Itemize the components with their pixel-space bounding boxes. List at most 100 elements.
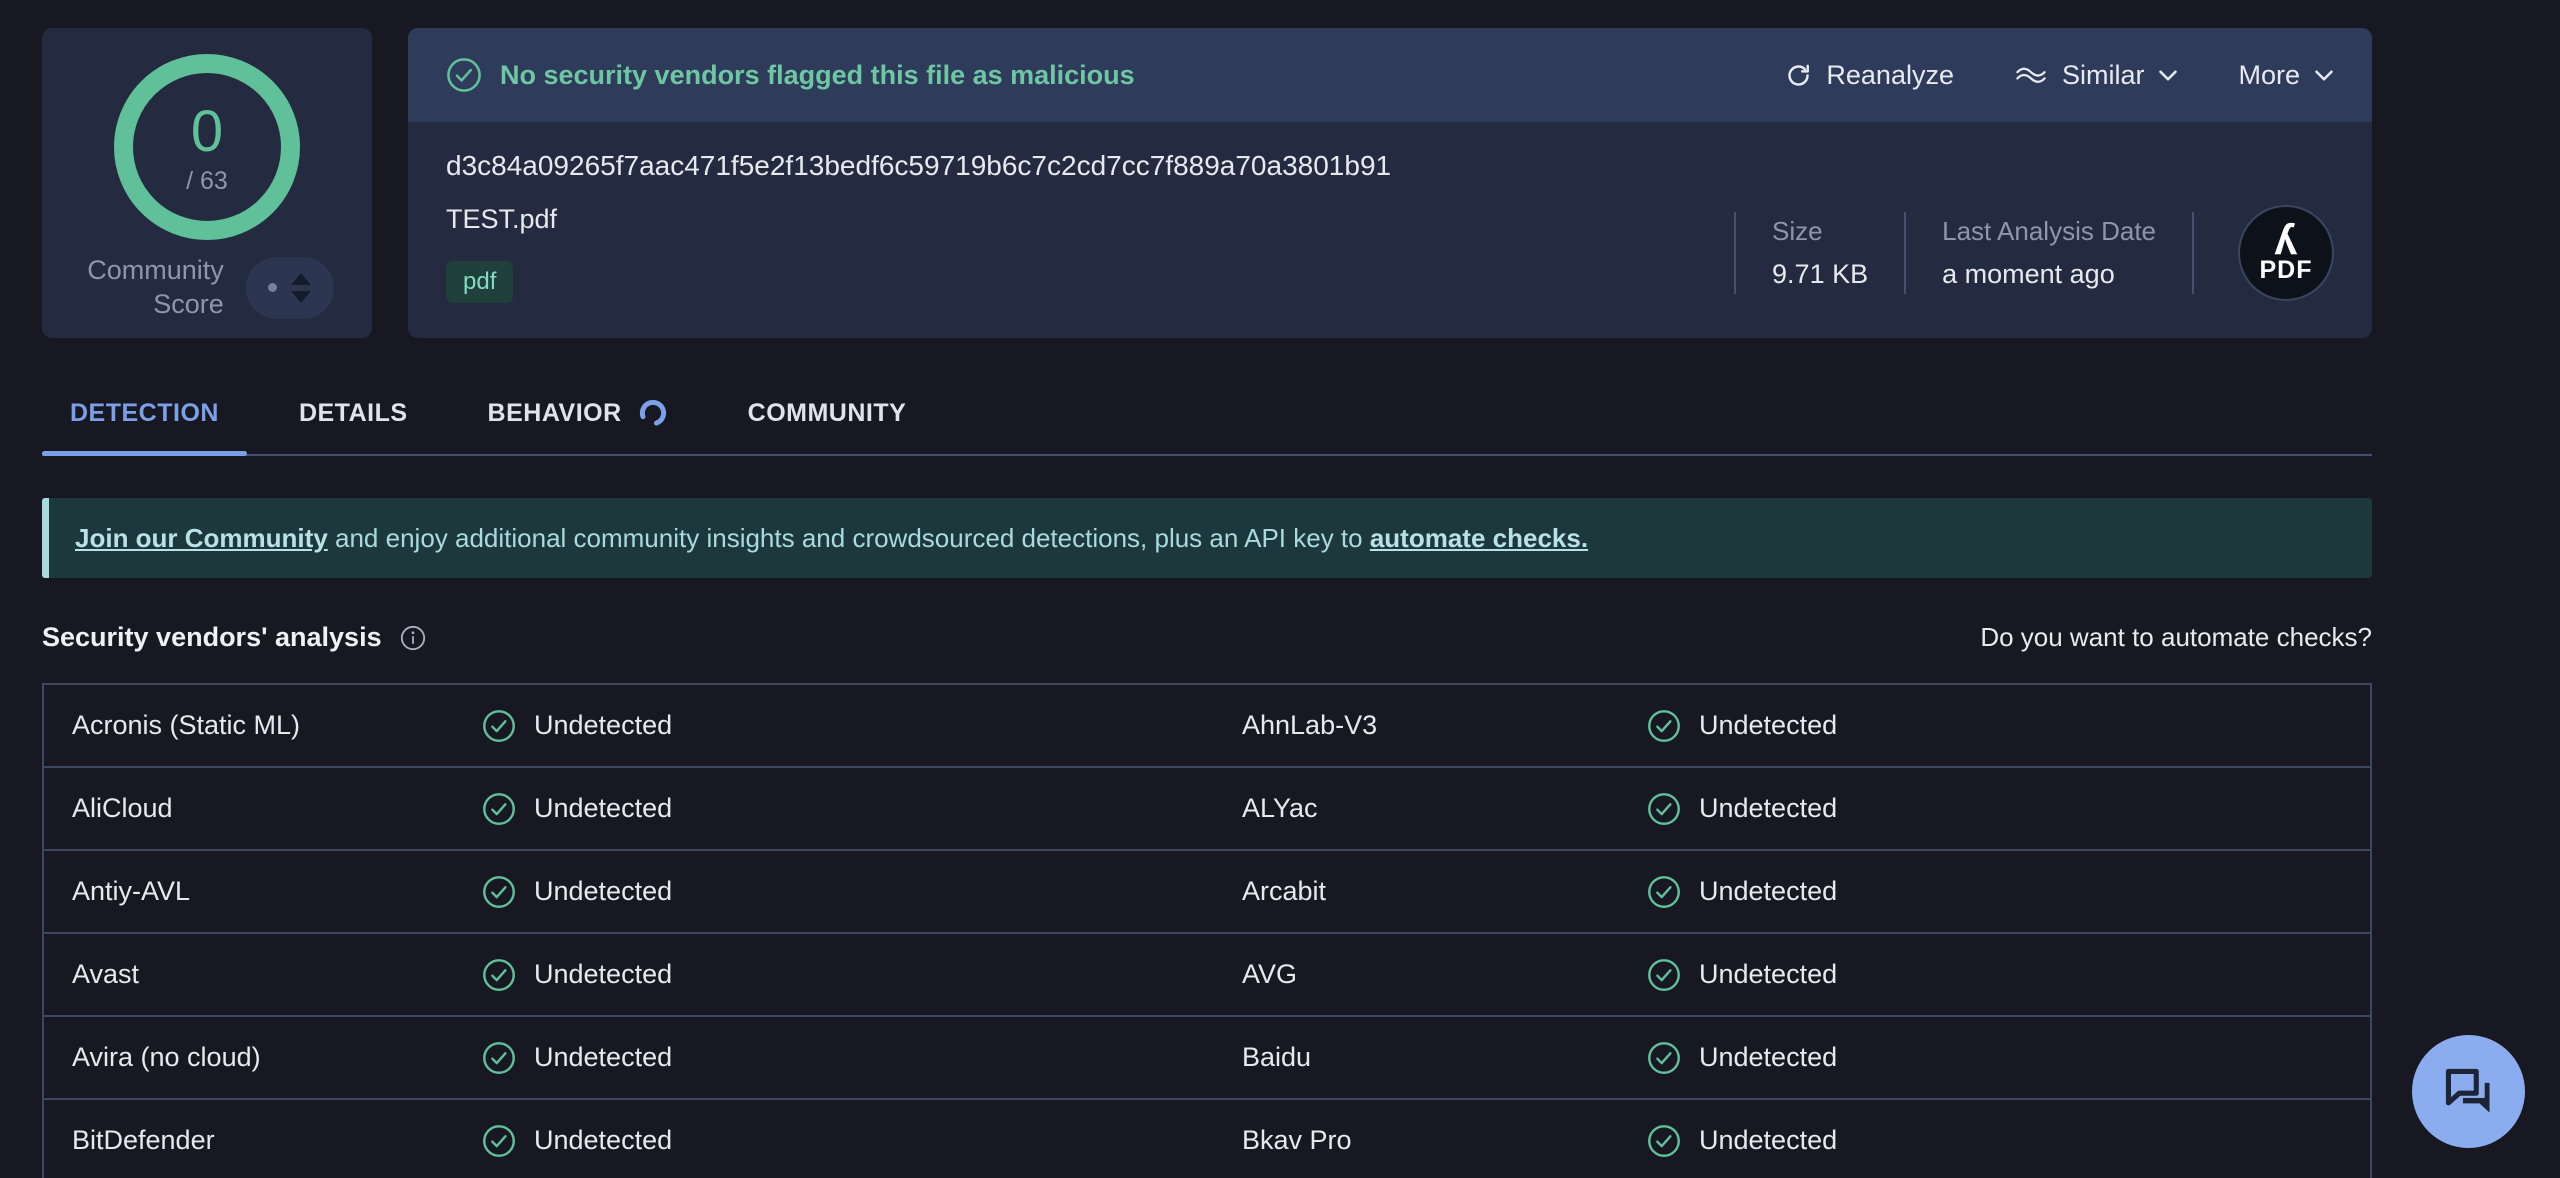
check-circle-icon: [1647, 1041, 1681, 1075]
community-vote-widget[interactable]: [246, 257, 334, 319]
vendor-table-row: Avira (no cloud) Undetected Baidu Undete…: [44, 1017, 2370, 1100]
vendor-name: Acronis (Static ML): [72, 710, 482, 741]
reanalyze-label: Reanalyze: [1826, 60, 1954, 91]
tab-community[interactable]: COMMUNITY: [720, 399, 935, 454]
tab-bar: DETECTION DETAILS BEHAVIOR COMMUNITY: [42, 398, 2372, 456]
vendor-status: Undetected: [482, 709, 1242, 743]
detection-score-value: 0: [191, 103, 223, 161]
automate-checks-link[interactable]: automate checks.: [1370, 523, 1588, 554]
vendor-status-label: Undetected: [1699, 959, 1837, 990]
check-circle-icon: [482, 709, 516, 743]
refresh-icon: [1785, 62, 1812, 89]
vendor-name: AhnLab-V3: [1242, 710, 1647, 741]
detection-score-total: / 63: [186, 167, 228, 196]
vote-dot-icon: [268, 283, 277, 292]
vendor-status-label: Undetected: [534, 959, 672, 990]
file-header-card: No security vendors flagged this file as…: [408, 28, 2372, 338]
file-type-tag[interactable]: pdf: [446, 261, 513, 303]
vendor-status-label: Undetected: [534, 1125, 672, 1156]
divider: [1734, 212, 1736, 294]
vendor-status-label: Undetected: [534, 710, 672, 741]
vote-down-icon[interactable]: [291, 291, 311, 303]
tab-behavior[interactable]: BEHAVIOR: [460, 398, 696, 454]
reanalyze-button[interactable]: Reanalyze: [1785, 60, 1954, 91]
vendor-table-row: Antiy-AVL Undetected Arcabit Undetected: [44, 851, 2370, 934]
vendor-table: Acronis (Static ML) Undetected AhnLab-V3…: [42, 683, 2372, 1178]
chevron-down-icon: [2314, 69, 2334, 82]
check-circle-icon: [482, 958, 516, 992]
verdict-status-bar: No security vendors flagged this file as…: [408, 28, 2372, 122]
similar-label: Similar: [2062, 60, 2145, 91]
size-label: Size: [1772, 216, 1868, 247]
file-hash: d3c84a09265f7aac471f5e2f13bedf6c59719b6c…: [446, 150, 1391, 182]
check-circle-icon: [482, 792, 516, 826]
vendor-status: Undetected: [1647, 875, 2370, 909]
tab-behavior-label: BEHAVIOR: [488, 399, 622, 428]
vendor-status: Undetected: [1647, 709, 2370, 743]
more-button[interactable]: More: [2238, 60, 2334, 91]
vendor-name: ALYac: [1242, 793, 1647, 824]
main-content: 0 / 63 Community Score: [42, 28, 2372, 1178]
vendor-status-label: Undetected: [534, 876, 672, 907]
vendor-status-label: Undetected: [1699, 793, 1837, 824]
vendor-status-label: Undetected: [534, 1042, 672, 1073]
check-circle-icon: [1647, 958, 1681, 992]
vendor-status: Undetected: [482, 1041, 1242, 1075]
community-score-label: Community Score: [80, 254, 224, 322]
check-circle-icon: [446, 57, 482, 93]
info-icon[interactable]: [400, 625, 426, 651]
vendor-table-row: Avast Undetected AVG Undetected: [44, 934, 2370, 1017]
vendor-status: Undetected: [482, 875, 1242, 909]
vendor-name: Antiy-AVL: [72, 876, 482, 907]
check-circle-icon: [1647, 792, 1681, 826]
vendor-table-row: Acronis (Static ML) Undetected AhnLab-V3…: [44, 685, 2370, 768]
vendor-status: Undetected: [1647, 792, 2370, 826]
vendor-status: Undetected: [1647, 1041, 2370, 1075]
vendor-table-row: AliCloud Undetected ALYac Undetected: [44, 768, 2370, 851]
detection-score-card: 0 / 63 Community Score: [42, 28, 372, 338]
check-circle-icon: [482, 1041, 516, 1075]
vendor-status-label: Undetected: [1699, 876, 1837, 907]
vendor-name: Arcabit: [1242, 876, 1647, 907]
size-value: 9.71 KB: [1772, 259, 1868, 290]
tab-details[interactable]: DETAILS: [271, 399, 436, 454]
vendor-status: Undetected: [482, 1124, 1242, 1158]
tab-detection-label: DETECTION: [70, 399, 219, 428]
chat-support-button[interactable]: [2412, 1035, 2525, 1148]
vendor-name: Bkav Pro: [1242, 1125, 1647, 1156]
last-analysis-label: Last Analysis Date: [1942, 216, 2156, 247]
tab-details-label: DETAILS: [299, 399, 408, 428]
automate-checks-question[interactable]: Do you want to automate checks?: [1980, 622, 2372, 653]
vendor-name: Avira (no cloud): [72, 1042, 482, 1073]
check-circle-icon: [482, 1124, 516, 1158]
similar-button[interactable]: Similar: [2014, 60, 2179, 91]
tab-detection[interactable]: DETECTION: [42, 399, 247, 454]
tab-community-label: COMMUNITY: [748, 399, 907, 428]
vendor-status: Undetected: [1647, 1124, 2370, 1158]
divider: [1904, 212, 1906, 294]
vendor-status: Undetected: [482, 792, 1242, 826]
vendor-name: BitDefender: [72, 1125, 482, 1156]
divider: [2192, 212, 2194, 294]
vendor-status: Undetected: [1647, 958, 2370, 992]
loading-spinner-icon: [638, 398, 668, 428]
vendor-status: Undetected: [482, 958, 1242, 992]
vote-arrows: [291, 273, 311, 303]
vendor-status-label: Undetected: [1699, 710, 1837, 741]
check-circle-icon: [1647, 709, 1681, 743]
last-analysis-value: a moment ago: [1942, 259, 2156, 290]
check-circle-icon: [482, 875, 516, 909]
vote-up-icon[interactable]: [291, 273, 311, 285]
join-community-link[interactable]: Join our Community: [75, 523, 328, 554]
pdf-logo-glyph: λ: [2274, 221, 2297, 259]
chevron-down-icon: [2158, 69, 2178, 82]
vendor-table-row: BitDefender Undetected Bkav Pro Undetect…: [44, 1100, 2370, 1178]
vendor-name: AVG: [1242, 959, 1647, 990]
pdf-file-icon: λ PDF: [2238, 205, 2334, 301]
join-community-banner: Join our Community and enjoy additional …: [42, 498, 2372, 578]
check-circle-icon: [1647, 875, 1681, 909]
vendor-status-label: Undetected: [1699, 1042, 1837, 1073]
more-label: More: [2238, 60, 2300, 91]
vendor-name: AliCloud: [72, 793, 482, 824]
file-info-bar: d3c84a09265f7aac471f5e2f13bedf6c59719b6c…: [408, 122, 2372, 338]
